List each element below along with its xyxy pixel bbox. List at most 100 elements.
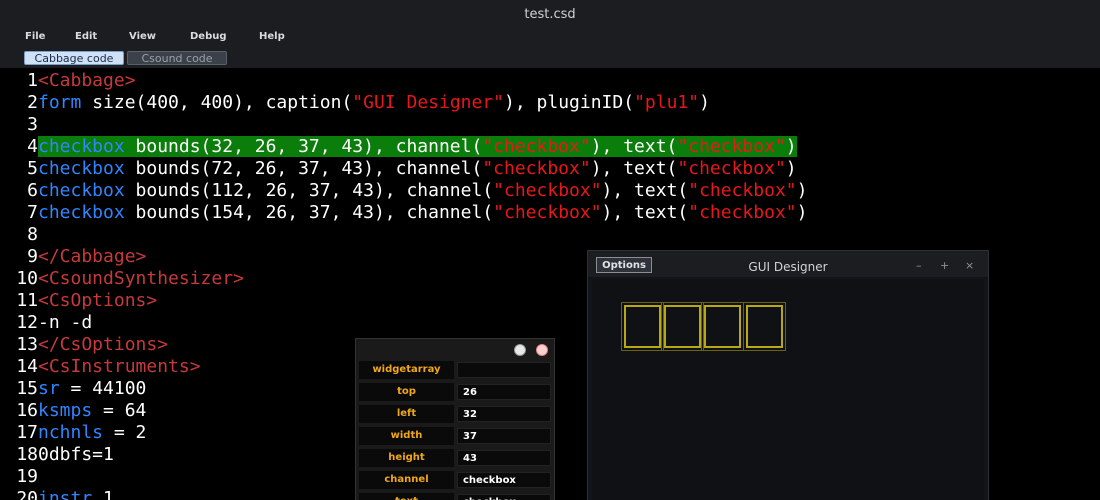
code-line[interactable]: 11<CsOptions>: [0, 290, 157, 312]
line-number: 6: [27, 180, 38, 201]
options-button[interactable]: Options: [596, 257, 652, 273]
line-number: 19: [16, 466, 38, 487]
property-row-text: textcheckbox: [359, 493, 553, 500]
code-text: checkbox bounds(32, 26, 37, 43), channel…: [38, 136, 797, 157]
code-line[interactable]: 15sr = 44100: [0, 378, 146, 400]
code-line[interactable]: 3: [0, 114, 38, 136]
code-text: checkbox bounds(112, 26, 37, 43), channe…: [38, 180, 808, 201]
code-line[interactable]: 7checkbox bounds(154, 26, 37, 43), chann…: [0, 202, 807, 224]
code-text: <CsOptions>: [38, 290, 158, 311]
property-row-channel: channel checkbox: [359, 471, 553, 489]
code-line[interactable]: 8: [0, 224, 38, 246]
properties-panel: widgetarray top 26 left 32 width 37 height 43 cha…: [355, 338, 555, 500]
line-number: 18: [16, 444, 38, 465]
code-line[interactable]: 13</CsOptions>: [0, 334, 168, 356]
property-value-field[interactable]: checkbox: [457, 472, 551, 488]
code-text: nchnls = 2: [38, 422, 147, 443]
property-label: top: [359, 383, 454, 401]
line-number: 10: [16, 268, 38, 289]
code-line[interactable]: 180dbfs=1: [0, 444, 114, 466]
line-number: 4: [27, 136, 38, 157]
line-number: 2: [27, 92, 38, 113]
menu-view[interactable]: View: [129, 31, 156, 42]
property-label: width: [359, 427, 454, 445]
close-circle-icon[interactable]: [536, 344, 548, 356]
line-number: 9: [27, 246, 38, 267]
menu-bar: File Edit View Debug Help: [0, 28, 1100, 48]
menu-file[interactable]: File: [25, 31, 45, 42]
property-label: text: [359, 493, 454, 500]
property-row-widgetarray: widgetarray: [359, 361, 553, 379]
code-text: ksmps = 64: [38, 400, 147, 421]
code-line[interactable]: 17nchnls = 2: [0, 422, 146, 444]
line-number: 5: [27, 158, 38, 179]
designer-checkbox[interactable]: [621, 302, 664, 351]
line-number: 15: [16, 378, 38, 399]
property-label: channel: [359, 471, 454, 489]
code-line[interactable]: 14<CsInstruments>: [0, 356, 201, 378]
code-text: </CsOptions>: [38, 334, 169, 355]
line-number: 13: [16, 334, 38, 355]
line-number: 14: [16, 356, 38, 377]
code-line[interactable]: 20instr 1: [0, 488, 114, 500]
code-line[interactable]: 16ksmps = 64: [0, 400, 146, 422]
designer-checkbox[interactable]: [661, 302, 704, 351]
designer-checkbox[interactable]: [743, 302, 786, 351]
code-line[interactable]: 9</Cabbage>: [0, 246, 146, 268]
property-label: height: [359, 449, 454, 467]
code-text: checkbox bounds(154, 26, 37, 43), channe…: [38, 202, 808, 223]
line-number: 17: [16, 422, 38, 443]
minimize-icon[interactable]: –: [916, 259, 922, 272]
editor-tabs: Cabbage code Csound code: [0, 48, 1100, 68]
code-text: </Cabbage>: [38, 246, 147, 267]
line-number: 7: [27, 202, 38, 223]
code-text: -n -d: [38, 312, 93, 333]
code-line[interactable]: 19: [0, 466, 38, 488]
designer-checkbox[interactable]: [701, 302, 744, 351]
gui-designer-window: Options GUI Designer – + ×: [587, 250, 989, 500]
property-value-field[interactable]: 37: [457, 428, 551, 444]
line-number: 11: [16, 290, 38, 311]
line-number: 16: [16, 400, 38, 421]
close-icon[interactable]: ×: [965, 259, 974, 272]
code-line[interactable]: 5checkbox bounds(72, 26, 37, 43), channe…: [0, 158, 796, 180]
property-row-left: left 32: [359, 405, 553, 423]
property-value-field[interactable]: 32: [457, 406, 551, 422]
property-row-top: top 26: [359, 383, 553, 401]
line-number: 20: [16, 488, 38, 500]
property-value-field[interactable]: [457, 362, 551, 378]
maximize-icon[interactable]: +: [940, 259, 949, 272]
gui-designer-canvas[interactable]: [592, 279, 984, 500]
code-line[interactable]: 2form size(400, 400), caption("GUI Desig…: [0, 92, 710, 114]
menu-help[interactable]: Help: [259, 31, 285, 42]
line-number: 12: [16, 312, 38, 333]
line-number: 1: [27, 70, 38, 91]
property-label: widgetarray: [359, 361, 454, 379]
code-text: instr 1: [38, 488, 114, 500]
code-line[interactable]: 6checkbox bounds(112, 26, 37, 43), chann…: [0, 180, 807, 202]
code-text: 0dbfs=1: [38, 444, 114, 465]
gui-designer-title: GUI Designer: [748, 260, 828, 274]
cabbage-editor-window: test.csd File Edit View Debug Help Cabba…: [0, 0, 1100, 500]
gui-designer-header: Options GUI Designer – + ×: [588, 251, 988, 277]
line-number: 8: [27, 224, 38, 245]
property-value-field[interactable]: 26: [457, 384, 551, 400]
code-line[interactable]: 12-n -d: [0, 312, 92, 334]
line-number: 3: [27, 114, 38, 135]
code-text: <Cabbage>: [38, 70, 136, 91]
code-text: <CsoundSynthesizer>: [38, 268, 244, 289]
code-text: <CsInstruments>: [38, 356, 201, 377]
window-title: test.csd: [524, 7, 576, 22]
menu-debug[interactable]: Debug: [190, 31, 227, 42]
property-row-width: width 37: [359, 427, 553, 445]
code-line[interactable]: 4checkbox bounds(32, 26, 37, 43), channe…: [0, 136, 797, 158]
tab-cabbage-code[interactable]: Cabbage code: [24, 51, 124, 65]
property-value-field[interactable]: 43: [457, 450, 551, 466]
property-row-height: height 43: [359, 449, 553, 467]
menu-edit[interactable]: Edit: [75, 31, 97, 42]
code-line[interactable]: 10<CsoundSynthesizer>: [0, 268, 244, 290]
minimize-circle-icon[interactable]: [514, 344, 526, 356]
tab-csound-code[interactable]: Csound code: [127, 51, 227, 65]
property-value-field[interactable]: checkbox: [457, 494, 551, 500]
code-line[interactable]: 1<Cabbage>: [0, 70, 136, 92]
